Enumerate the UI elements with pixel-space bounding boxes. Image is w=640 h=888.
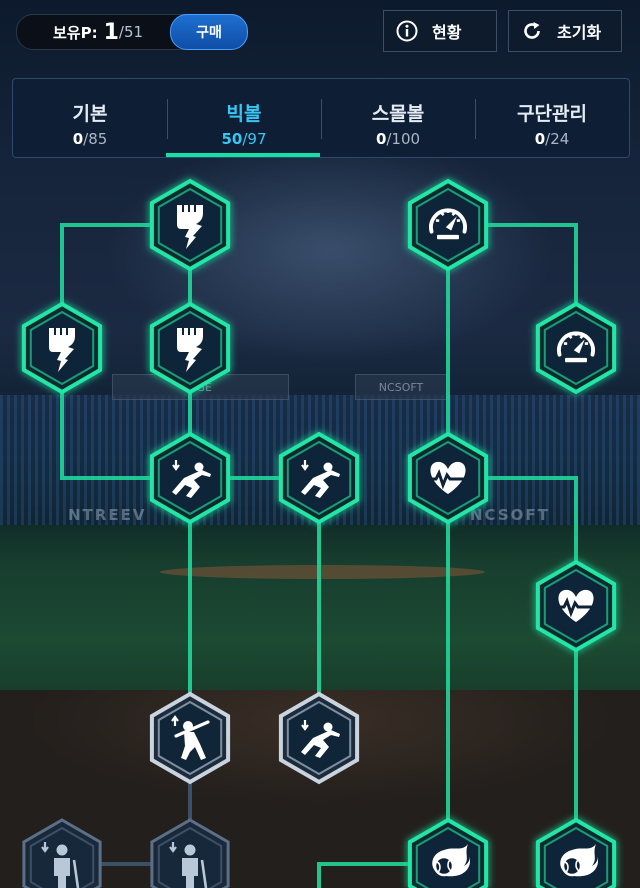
skill-node-power-fist[interactable] bbox=[149, 178, 231, 272]
skill-node-batter-stance[interactable] bbox=[150, 818, 230, 888]
skill-connectors bbox=[60, 223, 578, 888]
skill-node-power-fist[interactable] bbox=[21, 301, 103, 395]
skill-node-slide-runner[interactable] bbox=[278, 691, 360, 785]
skill-node-batter-swing[interactable] bbox=[149, 691, 231, 785]
skill-node-speedometer[interactable] bbox=[535, 301, 617, 395]
skill-tree bbox=[21, 178, 617, 888]
skill-node-heart-pulse[interactable] bbox=[535, 559, 617, 653]
skill-node-power-fist[interactable] bbox=[149, 301, 231, 395]
skill-node-slide-runner[interactable] bbox=[149, 431, 231, 525]
skill-node-slide-runner[interactable] bbox=[278, 431, 360, 525]
skill-node-heart-pulse[interactable] bbox=[407, 431, 489, 525]
skill-node-fireball[interactable] bbox=[407, 817, 489, 888]
skill-node-fireball[interactable] bbox=[535, 817, 617, 888]
skill-node-speedometer[interactable] bbox=[407, 178, 489, 272]
skill-node-batter-stance[interactable] bbox=[22, 818, 102, 888]
